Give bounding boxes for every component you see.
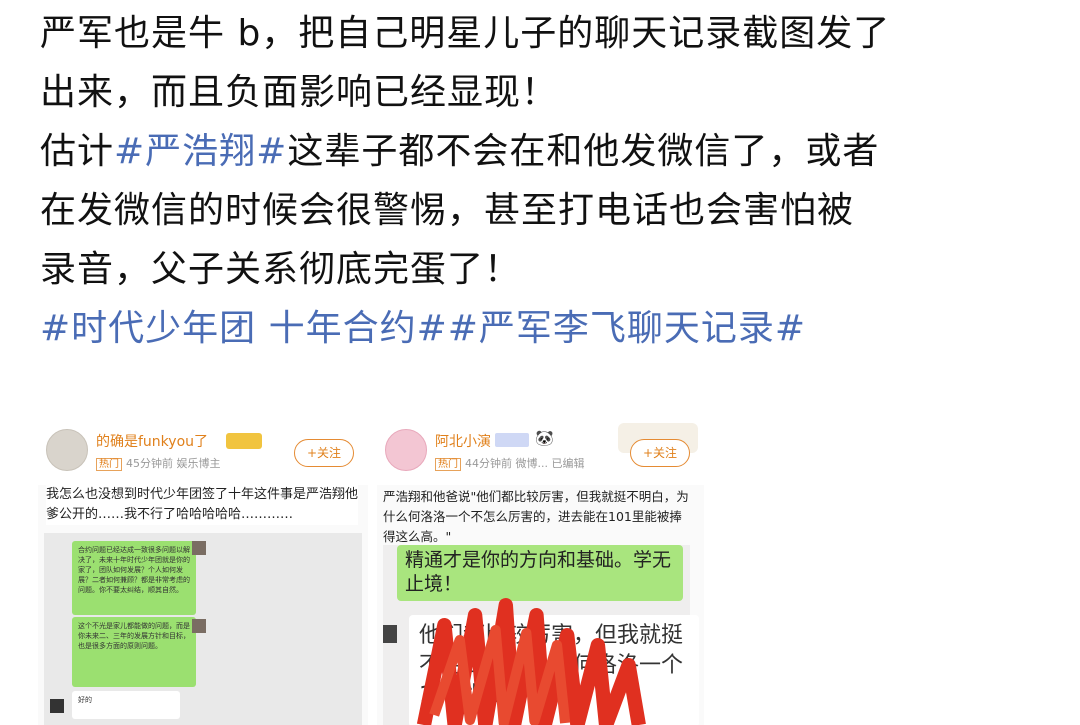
weibo-post-text: 严军也是牛 b，把自己明星儿子的聊天记录截图发了 出来，而且负面影响已经显现！ … xyxy=(40,4,1050,358)
hot-badge: 热门 xyxy=(435,458,461,471)
chat-screenshot: 合约问题已经达成一致很多问题以解决了，未来十年时代少年团就是你的家了，团队如何发… xyxy=(44,533,362,725)
post-line-1: 严军也是牛 b，把自己明星儿子的聊天记录截图发了 xyxy=(40,13,891,54)
username[interactable]: 的确是funkyou了 xyxy=(96,431,208,451)
card-caption: 严浩翔和他爸说"他们都比较厉害，但我就挺不明白，为什么何洛洛一个不怎么厉害的，进… xyxy=(383,489,689,544)
red-scribble-redaction xyxy=(416,598,646,725)
hashtag-line[interactable]: #时代少年团 十年合约##严军李飞聊天记录# xyxy=(40,299,1050,358)
post-line-3-suffix: 这辈子都不会在和他发微信了，或者 xyxy=(287,131,880,172)
avatar[interactable] xyxy=(46,429,88,471)
chat-bubble: 合约问题已经达成一致很多问题以解决了，未来十年时代少年团就是你的家了，团队如何发… xyxy=(72,541,196,615)
screenshot-left[interactable]: 的确是funkyou了 热门 45分钟前 娱乐博主 +关注 我怎么也没想到时代少年… xyxy=(38,415,368,725)
avatar[interactable] xyxy=(385,429,427,471)
card-caption: 我怎么也没想到时代少年团签了十年这件事是严浩翔他爹公开的……我不行了哈哈哈哈哈…… xyxy=(46,485,358,525)
hot-badge: 热门 xyxy=(96,458,122,471)
screenshot-right[interactable]: 阿北小演 🐼 热门 44分钟前 微博... 已编辑 +关注 严浩翔和他爸说"他们都… xyxy=(377,415,704,725)
post-meta: 热门 45分钟前 娱乐博主 xyxy=(96,455,221,471)
level-badge xyxy=(495,433,529,447)
post-line-4: 在发微信的时候会很警惕，甚至打电话也会害怕被 xyxy=(40,190,855,231)
post-meta: 热门 44分钟前 微博... 已编辑 xyxy=(435,455,584,471)
chat-avatar xyxy=(50,699,64,713)
post-line-3: 估计#严浩翔#这辈子都不会在和他发微信了，或者 xyxy=(40,122,1050,181)
post-line-3-prefix: 估计 xyxy=(40,131,115,172)
card-header: 阿北小演 🐼 热门 44分钟前 微博... 已编辑 +关注 xyxy=(377,415,704,485)
hashtag-yanhaoxiang[interactable]: #严浩翔# xyxy=(114,131,287,172)
card-header: 的确是funkyou了 热门 45分钟前 娱乐博主 +关注 xyxy=(38,415,368,485)
vip-crown-icon xyxy=(226,433,262,449)
panda-icon: 🐼 xyxy=(535,429,554,447)
username[interactable]: 阿北小演 xyxy=(435,431,491,451)
chat-avatar xyxy=(192,541,206,555)
chat-screenshot: 精通才是你的方向和基础。学无止境！ 他们都比较厉害，但我就挺不明白，为什么何洛洛… xyxy=(383,545,699,725)
chat-avatar xyxy=(192,619,206,633)
post-time: 45分钟前 娱乐博主 xyxy=(126,457,221,470)
chat-bubble: 这个不光是家儿都能做的问题，而是你未来二、三年的发展方针和目标，也是很多方面的原… xyxy=(72,617,196,687)
post-time: 44分钟前 微博... 已编辑 xyxy=(465,457,585,470)
post-line-5: 录音，父子关系彻底完蛋了！ xyxy=(40,249,522,290)
follow-button[interactable]: +关注 xyxy=(294,439,354,467)
chat-reply-bubble: 好的 xyxy=(72,691,180,719)
follow-button[interactable]: +关注 xyxy=(630,439,690,467)
post-line-2: 出来，而且负面影响已经显现！ xyxy=(40,72,559,113)
